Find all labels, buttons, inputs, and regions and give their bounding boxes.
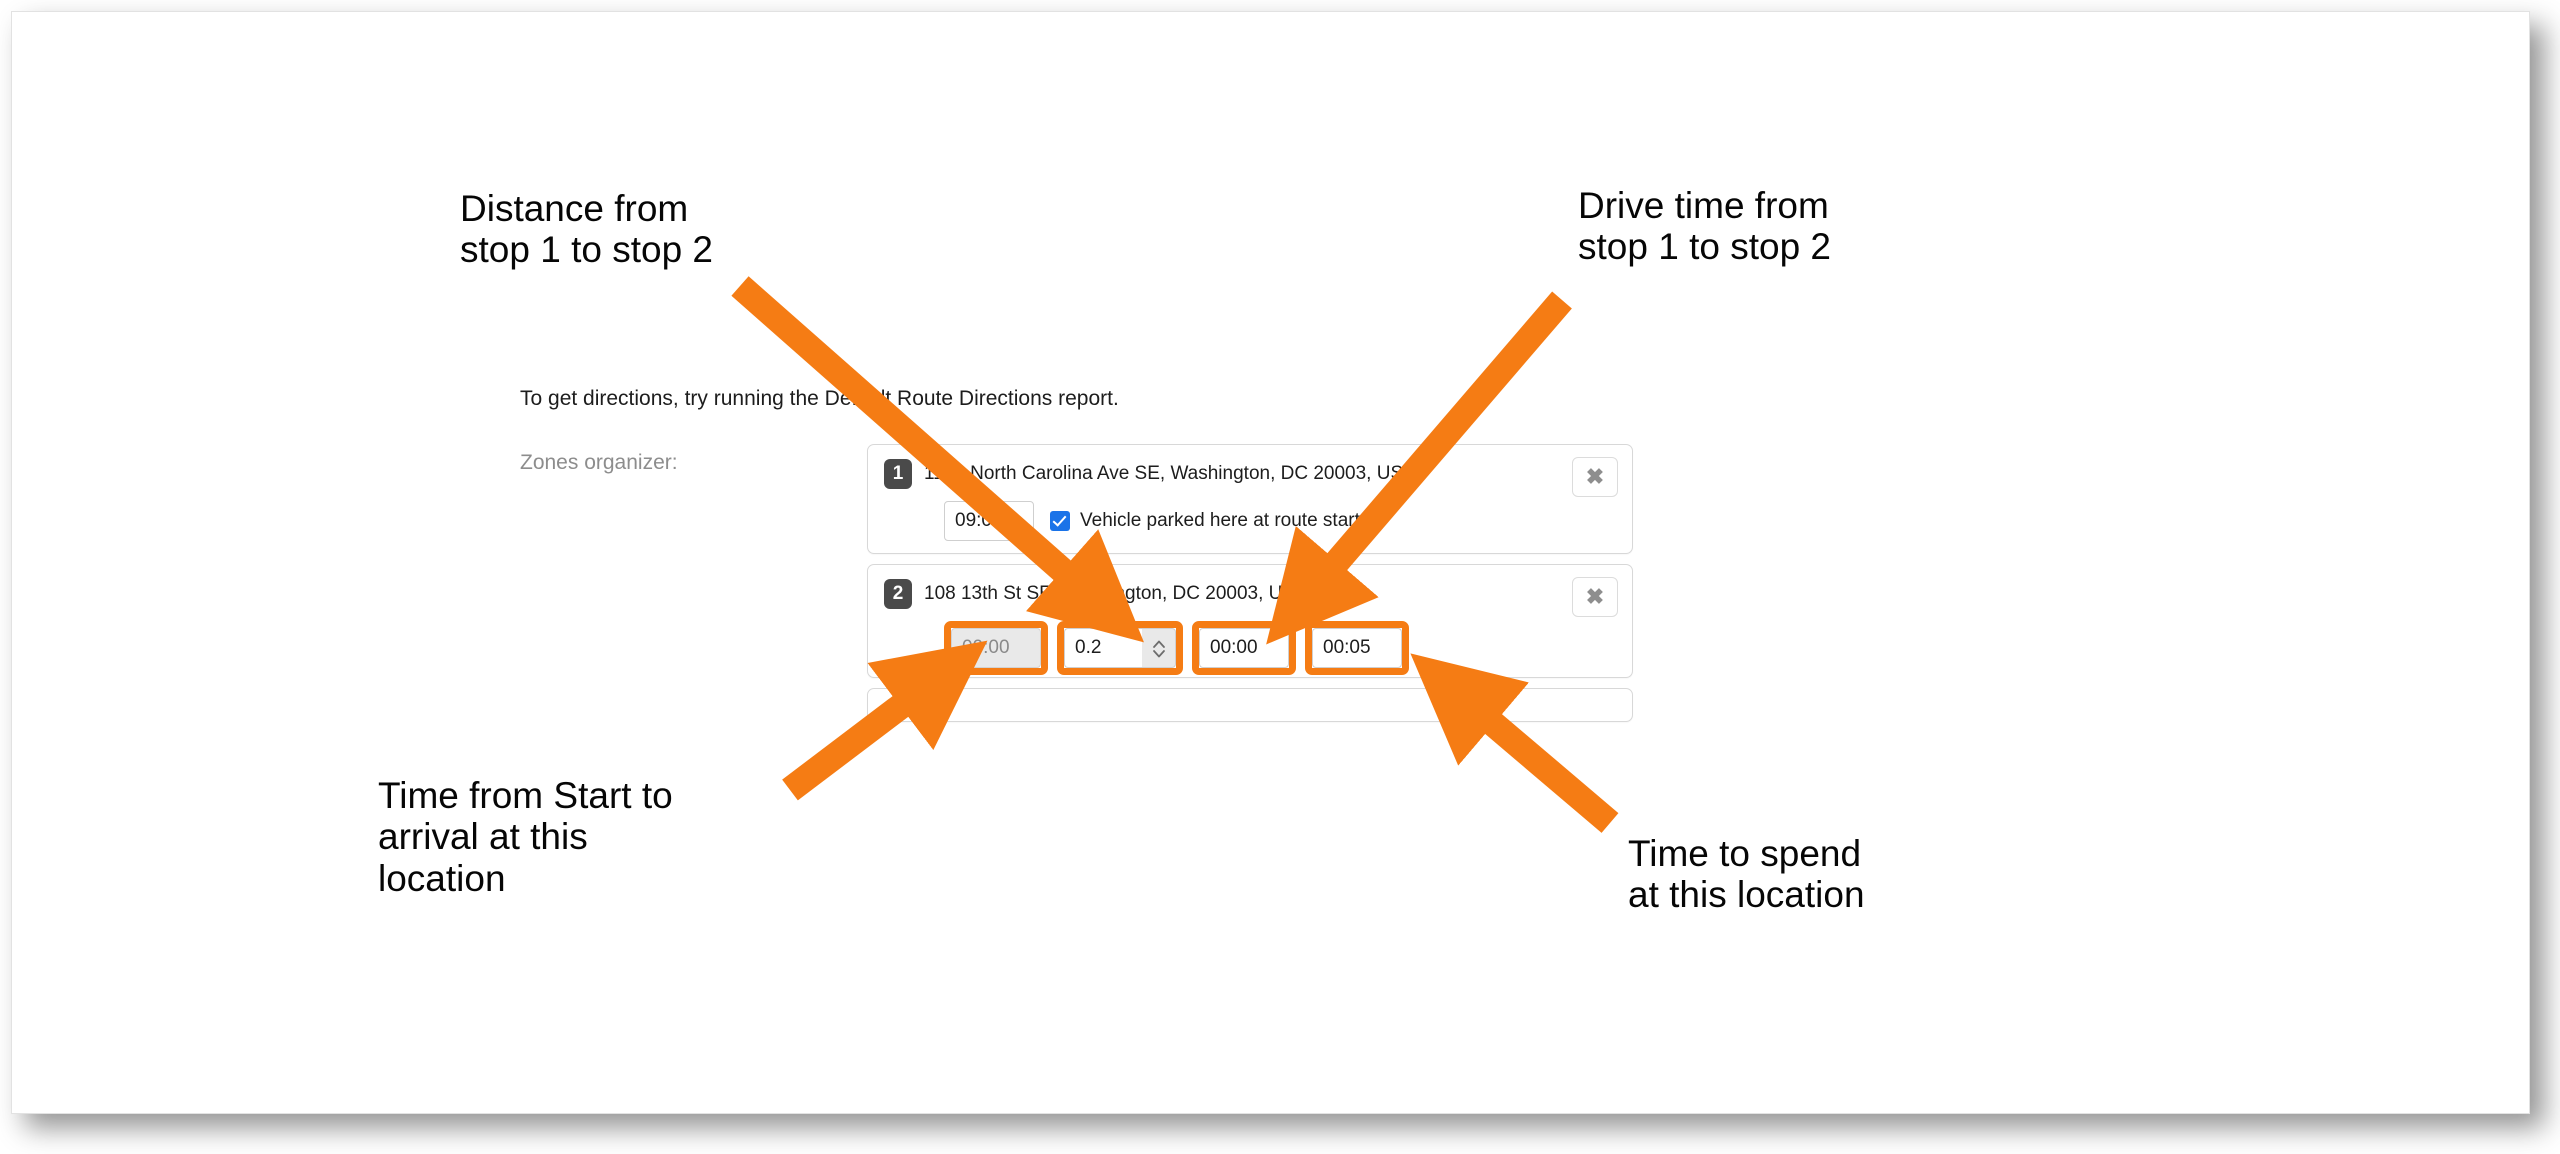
stop-number-badge-1: 1: [884, 459, 912, 489]
highlight-distance: 0.2: [1057, 621, 1183, 675]
app-content-area: To get directions, try running the Defau…: [12, 12, 2529, 1113]
vehicle-parked-label: Vehicle parked here at route start.: [1080, 510, 1366, 531]
remove-stop-1-button[interactable]: ✖: [1572, 457, 1618, 497]
stop-number-badge-2: 2: [884, 579, 912, 609]
stop-address-1: 1120 North Carolina Ave SE, Washington, …: [924, 463, 1416, 484]
stop-2-arrival-time-input[interactable]: 09:00: [951, 628, 1041, 668]
stop-2-service-time-input[interactable]: 00:05: [1312, 628, 1402, 668]
vehicle-parked-checkbox-group[interactable]: Vehicle parked here at route start.: [1050, 510, 1365, 532]
stop-address-2: 108 13th St SE, Washington, DC 20003, US…: [924, 583, 1308, 604]
highlight-arrival-time: 09:00: [944, 621, 1048, 675]
stop-card-3-partial[interactable]: [867, 688, 1633, 722]
zones-organizer-list: 1 1120 North Carolina Ave SE, Washington…: [867, 444, 1633, 722]
stop-1-fields-row: 09:00 Vehicle parked here at route start…: [884, 501, 1616, 541]
stop-2-header: 2 108 13th St SE, Washington, DC 20003, …: [884, 579, 1616, 609]
stop-2-fields-row: 09:00 0.2 00:00 00:05: [884, 621, 1616, 675]
stop-2-distance-input[interactable]: 0.2: [1064, 628, 1142, 668]
directions-hint-text: To get directions, try running the Defau…: [520, 387, 1119, 410]
vehicle-parked-checkbox[interactable]: [1050, 511, 1070, 531]
zones-organizer-label: Zones organizer:: [520, 451, 678, 474]
remove-stop-2-button[interactable]: ✖: [1572, 577, 1618, 617]
stop-card-1[interactable]: 1 1120 North Carolina Ave SE, Washington…: [867, 444, 1633, 554]
screenshot-canvas: To get directions, try running the Defau…: [0, 0, 2560, 1154]
stop-card-2[interactable]: 2 108 13th St SE, Washington, DC 20003, …: [867, 564, 1633, 678]
stop-1-header: 1 1120 North Carolina Ave SE, Washington…: [884, 459, 1616, 489]
stop-2-distance-stepper[interactable]: [1142, 628, 1176, 668]
highlight-drive-time: 00:00: [1192, 621, 1296, 675]
highlight-service-time: 00:05: [1305, 621, 1409, 675]
stop-2-drive-time-input[interactable]: 00:00: [1199, 628, 1289, 668]
browser-page-frame: To get directions, try running the Defau…: [11, 11, 2530, 1114]
stop-1-arrival-time-input[interactable]: 09:00: [944, 501, 1034, 541]
